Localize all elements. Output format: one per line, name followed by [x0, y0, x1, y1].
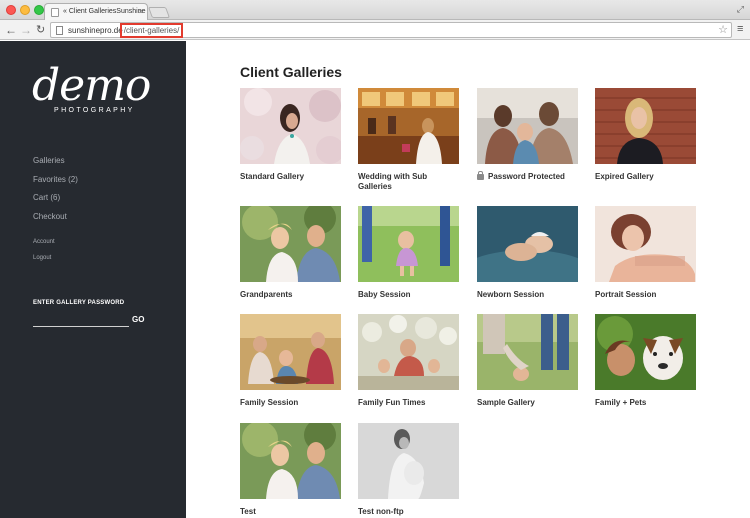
- gallery-card[interactable]: Grandparents: [240, 206, 341, 300]
- account-nav: Account Logout: [33, 235, 55, 266]
- gallery-title[interactable]: Standard Gallery: [240, 172, 341, 182]
- nav-account[interactable]: Account: [33, 235, 55, 251]
- minimize-window-icon[interactable]: [20, 5, 30, 15]
- gallery-title[interactable]: Test non-ftp: [358, 507, 459, 517]
- gallery-title[interactable]: Family Session: [240, 398, 341, 408]
- gallery-card[interactable]: Password Protected: [477, 88, 578, 182]
- gallery-card[interactable]: Newborn Session: [477, 206, 578, 300]
- browser-tab[interactable]: « Client GalleriesSunshine ×: [44, 3, 148, 20]
- gallery-card[interactable]: Family + Pets: [595, 314, 696, 408]
- gallery-card[interactable]: Wedding with Sub Galleries: [358, 88, 459, 191]
- bookmark-star-icon[interactable]: ☆: [718, 23, 728, 36]
- gallery-title[interactable]: Family Fun Times: [358, 398, 459, 408]
- forward-arrow-icon[interactable]: →: [20, 22, 32, 38]
- nav-checkout[interactable]: Checkout: [33, 208, 78, 227]
- gallery-title[interactable]: Baby Session: [358, 290, 459, 300]
- gallery-title[interactable]: Expired Gallery: [595, 172, 696, 182]
- gallery-password-label: ENTER GALLERY PASSWORD: [33, 300, 125, 306]
- gallery-card[interactable]: Expired Gallery: [595, 88, 696, 182]
- address-bar[interactable]: sunshinepro.de/client-galleries/ ☆: [50, 22, 732, 38]
- back-arrow-icon[interactable]: ←: [5, 22, 17, 38]
- close-window-icon[interactable]: [6, 5, 16, 15]
- gallery-thumbnail[interactable]: [240, 423, 341, 499]
- site-logo[interactable]: demo PHOTOGRAPHY: [32, 60, 162, 115]
- gallery-card[interactable]: Family Fun Times: [358, 314, 459, 408]
- fullscreen-icon[interactable]: ⤢: [737, 4, 744, 15]
- lock-icon: [477, 171, 484, 180]
- gallery-thumbnail[interactable]: [358, 314, 459, 390]
- page-icon: [56, 26, 63, 35]
- gallery-card[interactable]: Standard Gallery: [240, 88, 341, 182]
- browser-menu-icon[interactable]: ≡: [737, 23, 743, 35]
- go-button[interactable]: GO: [132, 315, 144, 324]
- gallery-card[interactable]: Test non-ftp: [358, 423, 459, 517]
- nav-cart[interactable]: Cart (6): [33, 189, 78, 208]
- reload-icon[interactable]: ↻: [36, 22, 45, 38]
- gallery-title[interactable]: Wedding with Sub Galleries: [358, 172, 459, 191]
- gallery-thumbnail[interactable]: [595, 88, 696, 164]
- tab-close-icon[interactable]: ×: [138, 7, 143, 16]
- gallery-thumbnail[interactable]: [358, 206, 459, 282]
- new-tab-button[interactable]: [147, 7, 171, 18]
- url-path: /client-galleries/: [119, 23, 184, 38]
- gallery-thumbnail[interactable]: [595, 314, 696, 390]
- tab-title: « Client GalleriesSunshine: [63, 8, 146, 15]
- sidebar: demo PHOTOGRAPHY Galleries Favorites (2)…: [0, 41, 186, 518]
- gallery-card[interactable]: Test: [240, 423, 341, 517]
- gallery-title[interactable]: Portrait Session: [595, 290, 696, 300]
- nav-galleries[interactable]: Galleries: [33, 152, 78, 171]
- gallery-title[interactable]: Family + Pets: [595, 398, 696, 408]
- gallery-password-input[interactable]: [33, 315, 129, 327]
- logo-text: demo: [32, 60, 151, 111]
- page-favicon-icon: [51, 8, 59, 17]
- gallery-title[interactable]: Sample Gallery: [477, 398, 578, 408]
- gallery-card[interactable]: Baby Session: [358, 206, 459, 300]
- gallery-thumbnail[interactable]: [358, 88, 459, 164]
- gallery-thumbnail[interactable]: [240, 314, 341, 390]
- gallery-card[interactable]: Family Session: [240, 314, 341, 408]
- gallery-thumbnail[interactable]: [595, 206, 696, 282]
- gallery-card[interactable]: Sample Gallery: [477, 314, 578, 408]
- gallery-thumbnail[interactable]: [477, 314, 578, 390]
- gallery-thumbnail[interactable]: [477, 206, 578, 282]
- gallery-title[interactable]: Newborn Session: [477, 290, 578, 300]
- browser-toolbar: ← → ↻ sunshinepro.de/client-galleries/ ☆…: [0, 20, 750, 40]
- gallery-thumbnail[interactable]: [358, 423, 459, 499]
- url-domain: sunshinepro.de: [68, 26, 123, 35]
- zoom-window-icon[interactable]: [34, 5, 44, 15]
- gallery-title[interactable]: Test: [240, 507, 341, 517]
- nav-logout[interactable]: Logout: [33, 251, 55, 267]
- gallery-thumbnail[interactable]: [477, 88, 578, 164]
- gallery-title[interactable]: Grandparents: [240, 290, 341, 300]
- main-content: Client Galleries Standard Gallery Weddin…: [186, 41, 750, 518]
- main-nav: Galleries Favorites (2) Cart (6) Checkou…: [33, 152, 78, 226]
- page-title: Client Galleries: [240, 64, 342, 80]
- browser-tab-bar: « Client GalleriesSunshine × ⤢: [0, 0, 750, 20]
- nav-favorites[interactable]: Favorites (2): [33, 171, 78, 190]
- gallery-title[interactable]: Password Protected: [477, 171, 578, 182]
- gallery-card[interactable]: Portrait Session: [595, 206, 696, 300]
- gallery-thumbnail[interactable]: [240, 206, 341, 282]
- gallery-title-text: Password Protected: [488, 172, 565, 181]
- gallery-thumbnail[interactable]: [240, 88, 341, 164]
